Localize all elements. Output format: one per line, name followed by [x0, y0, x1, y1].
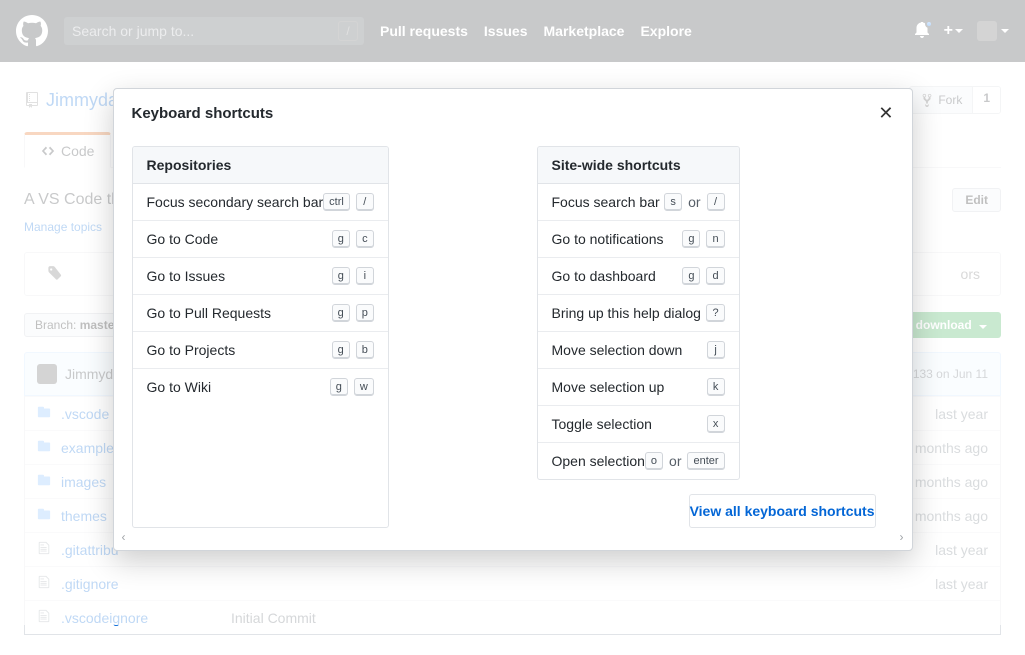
shortcut-label: Go to Issues [147, 268, 332, 284]
panel-header: Repositories [133, 147, 388, 184]
keyboard-key: / [707, 193, 725, 211]
shortcut-row: Toggle selectionx [538, 405, 739, 442]
shortcut-label: Open selection [552, 453, 645, 469]
keyboard-key: i [356, 267, 374, 285]
keyboard-key: g [332, 341, 350, 359]
shortcut-label: Go to notifications [552, 231, 683, 247]
shortcut-label: Toggle selection [552, 416, 707, 432]
keyboard-key: ctrl [323, 193, 350, 211]
keyboard-key: s [664, 193, 682, 211]
shortcut-row: Go to Codeg c [133, 220, 388, 257]
shortcut-keys: j [707, 341, 725, 359]
shortcut-row: Move selection upk [538, 368, 739, 405]
keyboard-key: g [332, 304, 350, 322]
keyboard-key: enter [687, 452, 724, 470]
keyboard-key: b [356, 341, 374, 359]
shortcut-row: Go to Pull Requestsg p [133, 294, 388, 331]
shortcut-label: Bring up this help dialog [552, 305, 707, 321]
keyboard-key: g [682, 230, 700, 248]
keyboard-key: g [330, 378, 348, 396]
or-text: or [688, 194, 700, 210]
shortcut-label: Go to Code [147, 231, 332, 247]
shortcut-keys: g i [332, 267, 374, 285]
shortcut-keys: ctrl / [323, 193, 374, 211]
keyboard-key: d [706, 267, 724, 285]
shortcut-label: Move selection down [552, 342, 707, 358]
shortcut-row: Go to Issuesg i [133, 257, 388, 294]
shortcut-label: Go to Projects [147, 342, 332, 358]
keyboard-key: p [356, 304, 374, 322]
shortcut-row: Focus secondary search barctrl / [133, 184, 388, 220]
shortcuts-panel-repositories: Repositories Focus secondary search barc… [132, 146, 389, 528]
shortcut-keys: g c [332, 230, 374, 248]
keyboard-key: g [332, 267, 350, 285]
modal-title: Keyboard shortcuts [132, 105, 274, 122]
keyboard-shortcuts-modal: Keyboard shortcuts ✕ Repositories Focus … [113, 88, 913, 551]
keyboard-key: o [645, 452, 663, 470]
keyboard-key: g [332, 230, 350, 248]
shortcut-label: Go to Wiki [147, 379, 330, 395]
keyboard-key: n [706, 230, 724, 248]
shortcut-row: Go to Projectsg b [133, 331, 388, 368]
shortcut-keys: s or / [664, 193, 724, 211]
shortcut-row: Go to dashboardg d [538, 257, 739, 294]
shortcuts-panel-sitewide: Site-wide shortcuts Focus search bars or… [537, 146, 740, 480]
shortcut-keys: k [707, 378, 725, 396]
keyboard-key: j [707, 341, 725, 359]
close-icon: ✕ [878, 103, 893, 123]
close-button[interactable]: ✕ [878, 103, 893, 124]
shortcut-keys: x [707, 415, 725, 433]
shortcut-label: Move selection up [552, 379, 707, 395]
shortcut-row: Go to notificationsg n [538, 220, 739, 257]
panel-header: Site-wide shortcuts [538, 147, 739, 184]
keyboard-key: c [356, 230, 374, 248]
shortcut-keys: g w [330, 378, 374, 396]
shortcut-row: Focus search bars or / [538, 184, 739, 220]
shortcut-row: Go to Wikig w [133, 368, 388, 405]
or-text: or [669, 453, 681, 469]
chevron-left-icon: ‹ [122, 530, 126, 544]
keyboard-key: x [707, 415, 725, 433]
shortcut-keys: o or enter [645, 452, 725, 470]
shortcut-label: Focus search bar [552, 194, 665, 210]
shortcut-label: Go to Pull Requests [147, 305, 332, 321]
keyboard-key: w [354, 378, 374, 396]
shortcut-label: Go to dashboard [552, 268, 683, 284]
shortcut-keys: g p [332, 304, 374, 322]
keyboard-key: ? [706, 304, 724, 322]
shortcut-keys: g d [682, 267, 724, 285]
keyboard-key: g [682, 267, 700, 285]
shortcut-row: Open selectiono or enter [538, 442, 739, 479]
chevron-right-icon: › [900, 530, 904, 544]
keyboard-key: k [707, 378, 725, 396]
shortcut-label: Focus secondary search bar [147, 194, 324, 210]
shortcut-keys: g b [332, 341, 374, 359]
shortcut-keys: ? [706, 304, 724, 322]
keyboard-key: / [356, 193, 374, 211]
shortcut-row: Bring up this help dialog? [538, 294, 739, 331]
view-all-shortcuts-link[interactable]: View all keyboard shortcuts [689, 494, 876, 528]
shortcut-keys: g n [682, 230, 724, 248]
shortcut-row: Move selection downj [538, 331, 739, 368]
